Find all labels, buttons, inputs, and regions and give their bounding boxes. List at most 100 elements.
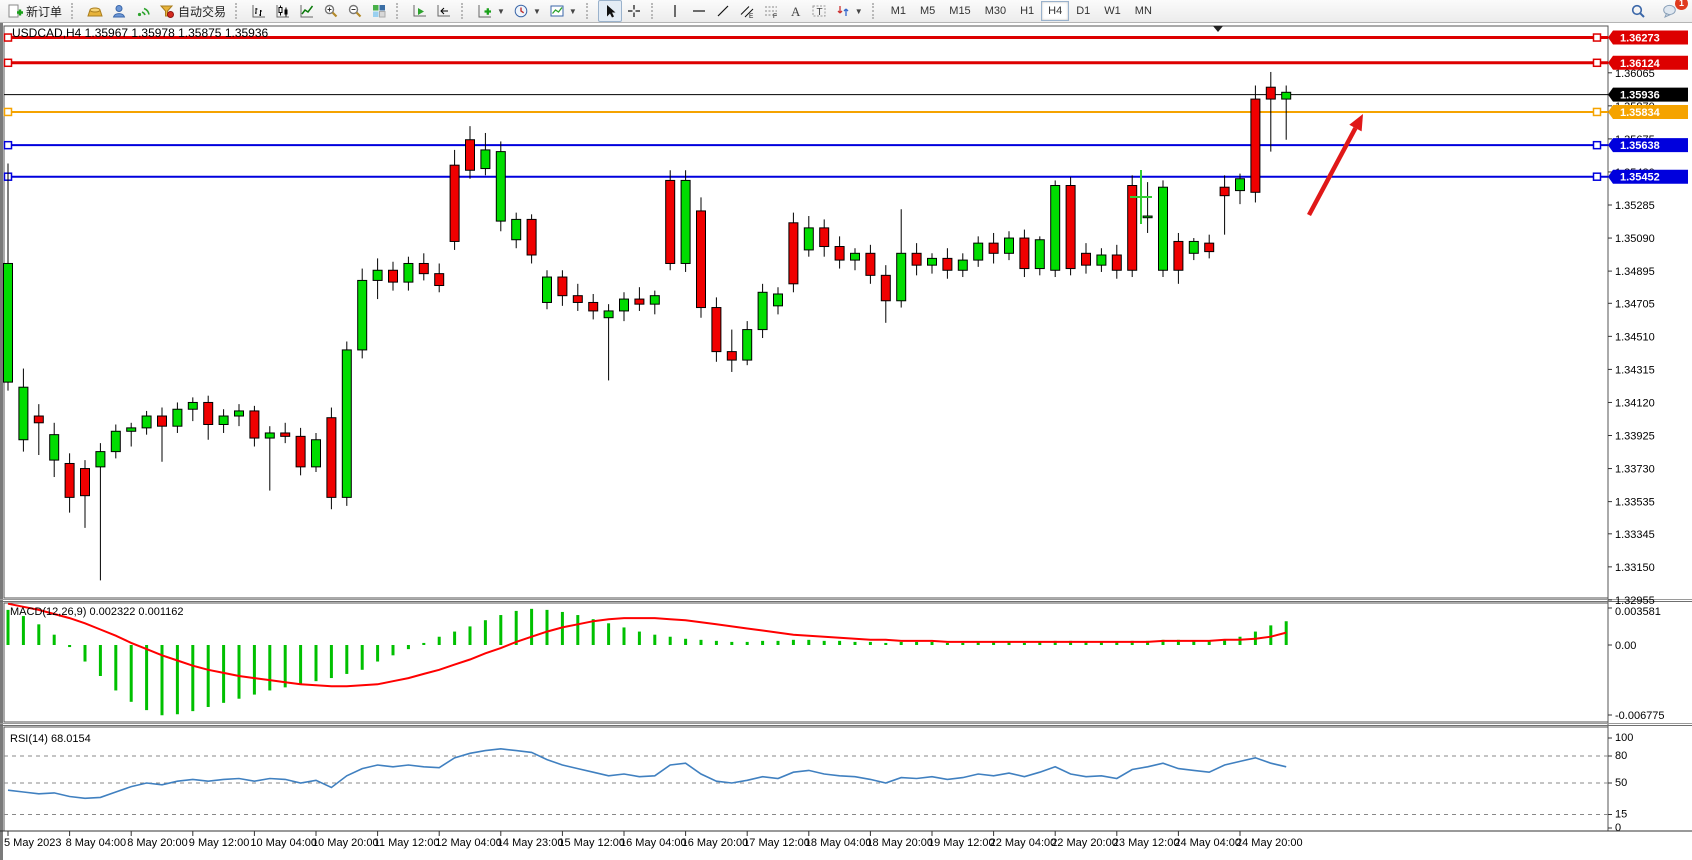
- channel-tool-button-icon: E: [739, 3, 755, 19]
- candle-body-bear: [558, 277, 567, 296]
- periods-button[interactable]: ▼: [509, 0, 545, 22]
- candle-body-bear: [1205, 243, 1214, 251]
- horizontal-line-tool-button[interactable]: [687, 0, 711, 22]
- line-chart-mode-button[interactable]: [295, 0, 319, 22]
- toolbar-group: [595, 0, 649, 22]
- vertical-line-tool-button[interactable]: [663, 0, 687, 22]
- timeframe-m15-button[interactable]: M15: [942, 1, 977, 21]
- candle-body-bull: [543, 277, 552, 302]
- candle: [789, 213, 798, 293]
- chart-canvas[interactable]: 1.360651.358701.356751.354801.352851.350…: [0, 0, 1692, 860]
- candle-body-bull: [1189, 241, 1198, 253]
- timeframe-h1-button[interactable]: H1: [1013, 1, 1041, 21]
- line-chart-mode-button-icon: [299, 3, 315, 19]
- candle: [666, 170, 675, 270]
- new-order-button-icon: [7, 3, 23, 19]
- trendline-tool-button[interactable]: [711, 0, 735, 22]
- candle-body-bull: [219, 416, 228, 424]
- timeframe-d1-button[interactable]: D1: [1069, 1, 1097, 21]
- candle-body-bull: [958, 260, 967, 270]
- candle-body-bull: [650, 296, 659, 304]
- candle: [1251, 86, 1260, 203]
- timeframe-m30-button[interactable]: M30: [978, 1, 1013, 21]
- dropdown-arrow-icon[interactable]: ▼: [497, 7, 505, 16]
- zoom-in-button[interactable]: [319, 0, 343, 22]
- date-tick-label: 24 May 04:00: [1174, 837, 1241, 849]
- date-tick-label: 8 May 04:00: [66, 837, 127, 849]
- new-order-button[interactable]: 新订单: [3, 0, 66, 22]
- notifications-button[interactable]: 1: [1658, 0, 1682, 22]
- zoom-out-button[interactable]: [343, 0, 367, 22]
- label-tool-button[interactable]: T: [807, 0, 831, 22]
- timeframe-w1-button[interactable]: W1: [1097, 1, 1128, 21]
- resistance-line-2-handle[interactable]: [1594, 59, 1601, 66]
- horizontal-line-tool-button-icon: [691, 3, 707, 19]
- price-badge-label: 1.35834: [1620, 107, 1661, 119]
- candle-body-bear: [573, 296, 582, 303]
- price-tick-label: 1.34120: [1615, 397, 1655, 409]
- candle-body-bear: [789, 223, 798, 284]
- date-tick-label: 16 May 04:00: [620, 837, 687, 849]
- arrows-tool-button[interactable]: ▼: [831, 0, 867, 22]
- rsi-label: RSI(14) 68.0154: [10, 733, 91, 745]
- candle-body-bear: [158, 416, 167, 426]
- text-tool-button[interactable]: A: [783, 0, 807, 22]
- toolbar-grip: [461, 3, 468, 19]
- signals-button[interactable]: [131, 0, 155, 22]
- candle-chart-mode-button[interactable]: [271, 0, 295, 22]
- candle: [758, 284, 767, 338]
- date-tick-label: 11 May 12:00: [374, 837, 440, 849]
- timeframe-m5-button[interactable]: M5: [913, 1, 942, 21]
- crosshair-tool-button[interactable]: [622, 0, 646, 22]
- market-watch-button[interactable]: [107, 0, 131, 22]
- support-line-2-handle[interactable]: [1594, 173, 1601, 180]
- chart-shift-button[interactable]: [432, 0, 456, 22]
- indicators-button[interactable]: ▼: [473, 0, 509, 22]
- candle-body-bear: [912, 253, 921, 265]
- search-button[interactable]: [1626, 0, 1650, 22]
- support-line-1-handle[interactable]: [1594, 142, 1601, 149]
- tile-windows-button[interactable]: [367, 0, 391, 22]
- candle-body-bear: [450, 165, 459, 241]
- candle-body-bear: [281, 433, 290, 436]
- price-tick-label: 1.33925: [1615, 431, 1655, 443]
- candle: [681, 170, 690, 272]
- resistance-line-1-handle[interactable]: [1594, 34, 1601, 41]
- candle-body-bear: [81, 469, 90, 496]
- channel-tool-button[interactable]: E: [735, 0, 759, 22]
- dropdown-arrow-icon[interactable]: ▼: [855, 7, 863, 16]
- toolbar-group: 新订单: [0, 0, 69, 22]
- cursor-tool-button[interactable]: [598, 0, 622, 22]
- orange-level-line-handle[interactable]: [1594, 108, 1601, 115]
- bar-chart-mode-button[interactable]: [247, 0, 271, 22]
- auto-scroll-button[interactable]: [408, 0, 432, 22]
- templates-button[interactable]: ▼: [545, 0, 581, 22]
- timeframe-h4-button[interactable]: H4: [1041, 1, 1069, 21]
- candle-body-bear: [635, 299, 644, 304]
- resistance-line-1-handle[interactable]: [5, 34, 12, 41]
- dropdown-arrow-icon[interactable]: ▼: [569, 7, 577, 16]
- orange-level-line-handle[interactable]: [5, 108, 12, 115]
- candle-body-bull: [1035, 240, 1044, 269]
- candle: [496, 141, 505, 231]
- candle-body-bear: [296, 436, 305, 467]
- support-line-1-handle[interactable]: [5, 142, 12, 149]
- dropdown-arrow-icon[interactable]: ▼: [533, 7, 541, 16]
- candle-body-bear: [881, 275, 890, 300]
- date-tick-label: 23 May 12:00: [1113, 837, 1180, 849]
- candle-body-bull: [758, 292, 767, 329]
- candle: [697, 197, 706, 317]
- notification-badge: 1: [1675, 0, 1688, 10]
- candle-body-bear: [204, 402, 213, 424]
- periods-button-icon: [513, 3, 529, 19]
- candle-body-bear: [1066, 186, 1075, 269]
- toolbar-grip: [71, 3, 78, 19]
- timeframe-mn-button[interactable]: MN: [1128, 1, 1159, 21]
- resistance-line-2-handle[interactable]: [5, 59, 12, 66]
- timeframe-m1-button[interactable]: M1: [884, 1, 913, 21]
- auto-trading-button[interactable]: 自动交易: [155, 0, 230, 22]
- depth-of-market-button[interactable]: [83, 0, 107, 22]
- candle-body-bear: [435, 274, 444, 286]
- fibonacci-tool-button[interactable]: F: [759, 0, 783, 22]
- fibonacci-tool-button-icon: F: [763, 3, 779, 19]
